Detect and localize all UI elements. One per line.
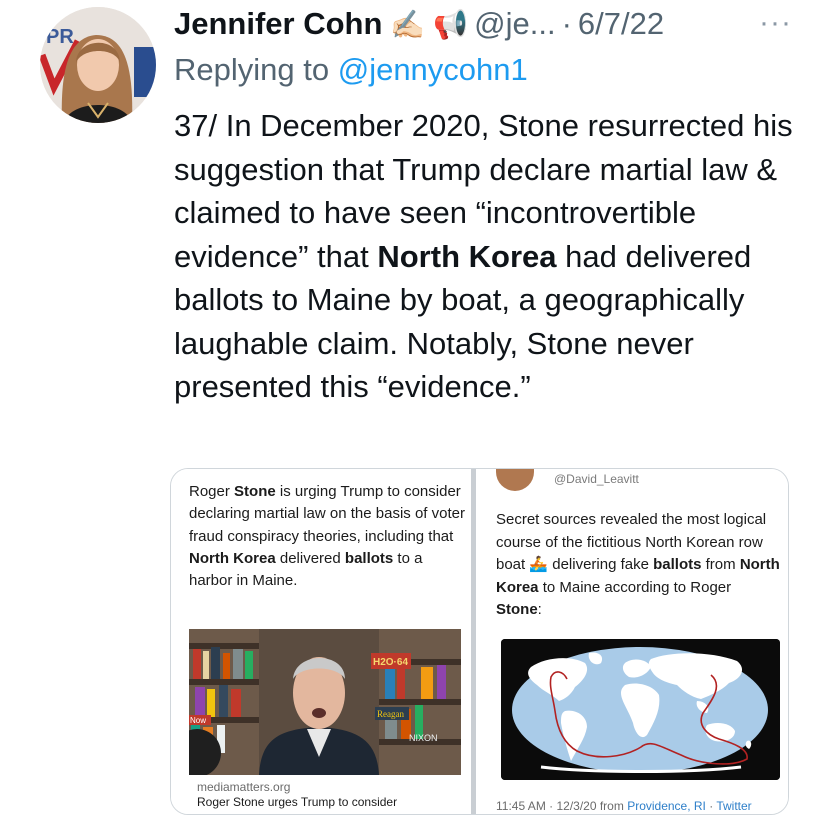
reply-prefix: Replying to	[174, 52, 330, 87]
reagan-label: Reagan	[377, 709, 404, 719]
tweet-text: 37/ In December 2020, Stone resurrected …	[174, 104, 794, 409]
meta-separator: ·	[705, 799, 717, 813]
embedded-tweet-meta: 11:45 AM · 12/3/20 from Providence, RI ·…	[496, 799, 752, 813]
tweet-header: Jennifer Cohn ✍🏻 📢 @je... · 6/7/22	[174, 4, 758, 44]
now-label: Now	[190, 716, 206, 725]
video-thumbnail: H2O·64 Reagan NIXON Now	[189, 629, 461, 775]
world-map-image	[501, 639, 780, 780]
embedded-tweet-text: Secret sources revealed the most logical…	[496, 509, 781, 622]
author-name[interactable]: Jennifer Cohn	[174, 6, 382, 42]
author-handle[interactable]: @je...	[474, 6, 555, 42]
writing-hand-emoji: ✍🏻	[390, 8, 426, 40]
header-separator: ·	[561, 6, 572, 41]
link-preview[interactable]: mediamatters.org Roger Stone urges Trump…	[197, 780, 465, 810]
svg-text:PR: PR	[46, 26, 74, 48]
embedded-avatar	[496, 469, 534, 491]
text-bold-run: Stone	[234, 483, 276, 500]
meta-time: 11:45 AM · 12/3/20 from	[496, 799, 628, 813]
megaphone-emoji: 📢	[433, 8, 469, 40]
reply-context: Replying to @jennycohn1	[174, 52, 528, 88]
media-right-panel: @David_Leavitt Secret sources revealed t…	[476, 469, 788, 814]
text-run: to Maine according to Roger	[538, 578, 732, 596]
tweet-text-bold: North Korea	[377, 238, 557, 274]
link-title: Roger Stone urges Trump to consider	[197, 795, 398, 809]
meta-source-link: Twitter	[716, 799, 752, 813]
meta-location-link: Providence, RI	[627, 799, 706, 813]
rowboat-emoji: 🚣	[529, 556, 549, 573]
text-bold-run: ballots	[653, 556, 702, 573]
h2o-label: H2O·64	[373, 657, 408, 668]
world-map-illustration	[501, 639, 780, 780]
text-run: from	[701, 556, 740, 573]
attached-image[interactable]: Roger Stone is urging Trump to consider …	[170, 468, 789, 815]
text-run: Roger	[189, 483, 235, 500]
text-bold-run: ballots	[344, 549, 394, 567]
embedded-handle: @David_Leavitt	[554, 472, 639, 486]
text-bold-run: Stone	[496, 601, 538, 618]
reply-mention-link[interactable]: @jennycohn1	[338, 52, 528, 87]
video-frame-illustration: H2O·64 Reagan NIXON Now	[189, 629, 461, 775]
text-bold-run: North Korea	[189, 549, 276, 567]
tweet-date[interactable]: 6/7/22	[578, 6, 664, 42]
avatar-image: PR	[40, 7, 156, 123]
text-run: delivered	[275, 549, 345, 567]
nixon-label: NIXON	[409, 733, 438, 743]
text-run: delivering fake	[548, 556, 654, 573]
more-options-icon[interactable]: ···	[759, 6, 792, 40]
link-domain: mediamatters.org	[197, 780, 291, 794]
media-left-panel: Roger Stone is urging Trump to consider …	[171, 469, 471, 814]
avatar[interactable]: PR	[40, 7, 156, 123]
left-panel-text: Roger Stone is urging Trump to consider …	[189, 481, 469, 592]
text-run: :	[537, 601, 542, 618]
